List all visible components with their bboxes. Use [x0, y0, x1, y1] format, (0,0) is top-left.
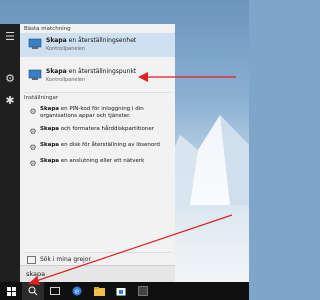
- setting-label: Skapa en PIN-kod för inloggning i din or…: [40, 106, 144, 119]
- settings-gear-icon: ⚙: [29, 127, 37, 136]
- hint-icon[interactable]: ✱: [0, 90, 20, 110]
- settings-gear-icon: ⚙: [29, 107, 37, 116]
- result-restore-point[interactable]: Skapa en återställningspunkt Kontrollpan…: [20, 64, 175, 88]
- hamburger-menu-icon[interactable]: ☰: [0, 26, 20, 46]
- my-stuff-icon: [27, 256, 36, 264]
- search-icon[interactable]: [22, 282, 44, 300]
- settings-gear-icon: ⚙: [29, 143, 37, 152]
- setting-label: Skapa en anslutning eller ett nätverk: [40, 158, 145, 164]
- divider: [24, 252, 171, 253]
- setting-item-connection[interactable]: ⚙ Skapa en anslutning eller ett nätverk: [20, 156, 175, 174]
- setting-label: Skapa en disk för återställning av lösen…: [40, 142, 160, 148]
- result-subtitle: Kontrollpanelen: [46, 77, 86, 83]
- settings-gear-icon: ⚙: [29, 159, 37, 168]
- search-input[interactable]: skapa: [20, 265, 175, 283]
- settings-header: Inställningar: [24, 95, 59, 101]
- control-panel-icon: [28, 69, 42, 80]
- result-title: Skapa en återställningspunkt: [46, 68, 137, 75]
- control-panel-icon: [28, 38, 42, 49]
- windows-start-icon[interactable]: [0, 282, 22, 300]
- setting-label: Skapa och formatera hårddiskpartitioner: [40, 126, 155, 132]
- settings-gear-icon[interactable]: ⚙: [0, 68, 20, 88]
- start-left-rail: ☰ ⚙ ✱: [0, 24, 20, 282]
- file-explorer-icon[interactable]: [88, 282, 110, 300]
- result-recovery-drive[interactable]: Skapa en återställningsenhet Kontrollpan…: [20, 33, 175, 57]
- best-match-header: Bästa matchning: [24, 26, 71, 32]
- divider: [24, 92, 171, 93]
- result-subtitle: Kontrollpanelen: [46, 46, 86, 52]
- taskbar: e: [0, 282, 249, 300]
- store-icon[interactable]: [110, 282, 132, 300]
- my-stuff-label: Sök i mina grejor: [40, 256, 91, 263]
- edge-browser-icon[interactable]: e: [66, 282, 88, 300]
- search-input-value: skapa: [26, 270, 46, 278]
- task-view-icon[interactable]: [44, 282, 66, 300]
- app-icon[interactable]: [132, 282, 154, 300]
- setting-item-pin[interactable]: ⚙ Skapa en PIN-kod för inloggning i din …: [20, 104, 175, 122]
- result-title: Skapa en återställningsenhet: [46, 37, 137, 44]
- search-results-panel: Bästa matchning Skapa en återställningse…: [20, 24, 175, 282]
- svg-text:e: e: [75, 288, 79, 296]
